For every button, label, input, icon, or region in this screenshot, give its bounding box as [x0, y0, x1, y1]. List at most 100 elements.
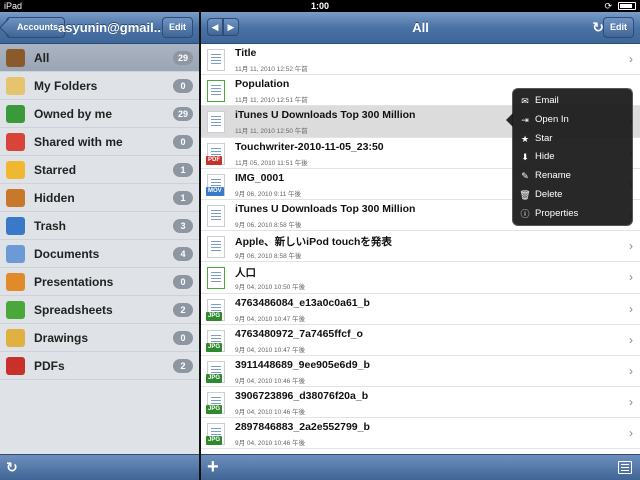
popover-item-star[interactable]: ★ Star [513, 130, 632, 149]
sidebar-item-presentations[interactable]: Presentations 0 [0, 268, 199, 296]
file-row[interactable]: 人口 9月 04, 2010 10:50 午後 › [201, 262, 640, 294]
count-badge: 3 [173, 219, 193, 233]
refresh-icon[interactable]: ↻ [6, 459, 22, 475]
file-type-tag: JPG [206, 311, 223, 321]
accounts-back-button[interactable]: Accounts [6, 17, 66, 38]
sidebar: Accounts asyunin@gmail... Edit All 29 My F… [0, 12, 199, 480]
doc-file-icon [207, 236, 225, 259]
popover-item-delete[interactable]: 🗑 Delete [513, 186, 632, 205]
sidebar-item-label: My Folders [34, 79, 98, 93]
file-row[interactable]: JPG 2897846883_2a2e552799_b 9月 04, 2010 10… [201, 418, 640, 450]
sheet-file-icon [207, 80, 225, 103]
sidebar-item-starred[interactable]: Starred 1 [0, 156, 199, 184]
file-date: 9月 04, 2010 10:46 午後 [235, 409, 306, 417]
popover-item-label: Star [535, 132, 553, 144]
sidebar-item-label: PDFs [34, 359, 65, 373]
sidebar-item-shared-with-me[interactable]: Shared with me 0 [0, 128, 199, 156]
file-type-tag: JPG [206, 436, 223, 446]
count-badge: 2 [173, 303, 193, 317]
hide-arrow-icon: ⬇ [521, 152, 529, 163]
briefcase-icon [6, 49, 25, 67]
add-icon[interactable]: + [207, 456, 219, 478]
main-pane: ◀ ▶ All ↻ Edit Title 11月 11, 2010 12:52 午… [201, 12, 640, 480]
file-title: 人口 [235, 267, 256, 280]
file-title: 4763486084_e13a0c0a61_b [235, 296, 370, 309]
pencil-icon: ✎ [521, 171, 529, 182]
pdf-file-icon: PDF [206, 142, 225, 165]
main-edit-button[interactable]: Edit [603, 17, 634, 38]
sidebar-item-label: Drawings [34, 331, 89, 345]
file-type-tag: MOV [206, 186, 224, 196]
sidebar-item-label: Starred [34, 163, 77, 177]
file-title: 3911448689_9ee905e6d9_b [235, 358, 370, 371]
file-row[interactable]: JPG 4763486084_e13a0c0a61_b 9月 04, 2010 10… [201, 294, 640, 325]
sidebar-item-documents[interactable]: Documents 4 [0, 240, 199, 268]
sidebar-navbar: Accounts asyunin@gmail... Edit [0, 12, 199, 44]
person-icon [6, 105, 25, 123]
sidebar-item-trash[interactable]: Trash 3 [0, 212, 199, 240]
open-in-icon: ⇥ [521, 114, 529, 125]
chevron-right-icon: › [629, 395, 633, 410]
doc-file-icon [207, 111, 225, 134]
box-icon [6, 189, 25, 207]
list-view-icon[interactable] [618, 461, 632, 474]
file-date: 11月 11, 2010 12:51 午前 [235, 97, 308, 105]
file-title: Touchwriter-2010-11-05_23:50 [235, 140, 384, 153]
count-badge: 1 [173, 163, 193, 177]
popover-item-label: Email [535, 95, 559, 106]
popover-item-label: Hide [535, 151, 555, 163]
popover-item-properties[interactable]: ⓘ Properties [513, 205, 632, 224]
sidebar-item-label: Owned by me [34, 107, 113, 121]
file-row[interactable]: Apple、新しいiPod touchを発表 9月 06, 2010 8:58 午… [201, 231, 640, 263]
sidebar-item-spreadsheets[interactable]: Spreadsheets 2 [0, 296, 199, 324]
sidebar-item-all[interactable]: All 29 [0, 44, 199, 72]
file-title: Population [235, 78, 290, 91]
actions-popover: ✉ Email ⇥ Open In ★ Star ⬇ Hide ✎ Rename 🗑 Delete ⓘ P… [506, 88, 633, 226]
file-row[interactable]: JPG 4763480972_7a7465ffcf_o 9月 04, 2010 10… [201, 325, 640, 356]
file-title: iTunes U Downloads Top 300 Million [235, 202, 416, 215]
popover-item-label: Open In [535, 113, 569, 125]
sidebar-item-label: Presentations [34, 275, 114, 289]
mov-file-icon: MOV [206, 173, 225, 196]
battery-icon [618, 2, 636, 10]
sidebar-item-drawings[interactable]: Drawings 0 [0, 324, 199, 352]
sidebar-item-label: Shared with me [34, 135, 123, 149]
count-badge: 0 [173, 135, 193, 149]
jpg-file-icon: JPG [206, 360, 225, 383]
file-date: 9月 04, 2010 10:46 午後 [235, 440, 306, 448]
count-badge: 29 [172, 107, 193, 121]
chevron-right-icon: › [629, 301, 633, 316]
popover-item-hide[interactable]: ⬇ Hide [513, 148, 632, 167]
count-badge: 2 [173, 359, 193, 373]
sidebar-item-pdfs[interactable]: PDFs 2 [0, 352, 199, 380]
chevron-right-icon: › [629, 270, 633, 285]
file-title: 3906723896_d38076f20a_b [235, 390, 369, 403]
file-date: 9月 04, 2010 10:50 午後 [235, 284, 306, 292]
folder-icon [6, 77, 25, 95]
file-date: 11月 11, 2010 12:50 午前 [235, 128, 308, 136]
count-badge: 0 [173, 275, 193, 289]
file-date: 9月 06, 2010 8:58 午後 [235, 221, 302, 229]
popover-item-open-in[interactable]: ⇥ Open In [513, 111, 632, 130]
file-title: Apple、新しいiPod touchを発表 [235, 236, 392, 249]
sidebar-item-hidden[interactable]: Hidden 1 [0, 184, 199, 212]
category-list: All 29 My Folders 0 Owned by me 29 Shared with… [0, 44, 199, 380]
info-icon: ⓘ [520, 208, 530, 219]
file-row[interactable]: JPG 3911448689_9ee905e6d9_b 9月 04, 2010 10… [201, 356, 640, 388]
sheet-file-icon [207, 267, 225, 290]
spreadsheet-icon [6, 301, 25, 319]
clock: 1:00 [310, 1, 329, 11]
chevron-right-icon: › [629, 52, 633, 66]
sidebar-item-label: Hidden [34, 191, 75, 205]
sidebar-edit-button[interactable]: Edit [162, 17, 193, 38]
popover-item-label: Rename [535, 170, 571, 182]
sidebar-item-my-folders[interactable]: My Folders 0 [0, 72, 199, 100]
file-row[interactable]: JPG 3906723896_d38076f20a_b 9月 04, 2010 10… [201, 387, 640, 419]
rotation-lock-icon: ⟳ [604, 1, 612, 11]
sidebar-item-owned-by-me[interactable]: Owned by me 29 [0, 100, 199, 128]
count-badge: 4 [173, 247, 193, 261]
file-row[interactable]: Title 11月 11, 2010 12:52 午前 › [201, 44, 640, 76]
popover-item-rename[interactable]: ✎ Rename [513, 167, 632, 186]
popover-item-email[interactable]: ✉ Email [513, 92, 632, 111]
presentation-icon [6, 273, 25, 291]
